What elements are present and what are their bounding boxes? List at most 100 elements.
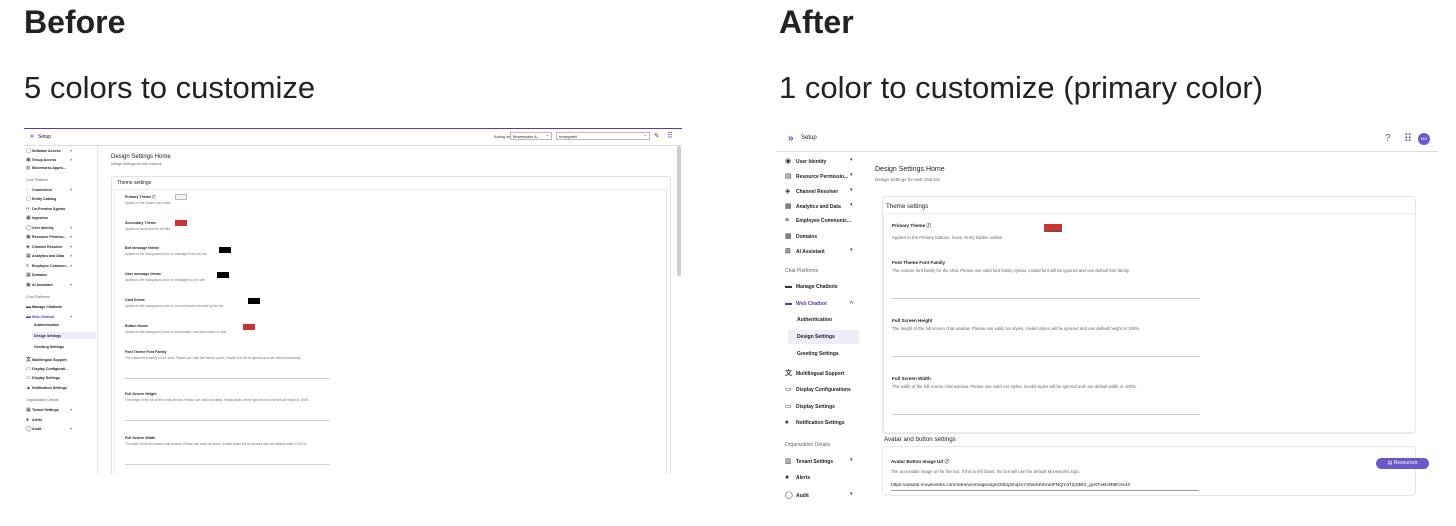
sidebar-item-multilingual-support[interactable]: 文Multilingual Support (785, 368, 844, 378)
sidebar-item-audit[interactable]: ◯Audit ˅ (26, 426, 72, 432)
sidebar-item-alerts[interactable]: ● Alerts (26, 417, 42, 423)
sidebar-item-channel-resolver[interactable]: ◈ Channel Resolver ˅ (26, 244, 72, 250)
avatar[interactable]: MO (1418, 133, 1430, 145)
sidebar-item-entity-catalog[interactable]: ▢Entity Catalog (26, 196, 56, 202)
chevron-down-icon[interactable]: ▾ (850, 157, 853, 163)
sidebar-item-group-access[interactable]: ▣Group Access ˅ (26, 157, 72, 163)
full-height-input[interactable] (892, 356, 1200, 357)
sidebar-item-design-settings[interactable]: Design Settings (34, 334, 61, 338)
sidebar-item-web-chatbot[interactable]: ▬Web Chatbot˄ (785, 300, 853, 307)
sidebar-item-label: Multilingual Support (32, 358, 67, 362)
chevron-down-icon[interactable]: ˅ (70, 426, 72, 431)
chevron-up-icon[interactable]: ˄ (850, 300, 853, 306)
chevron-down-icon[interactable]: ˅ (70, 187, 72, 192)
sidebar-item-channel-resolver[interactable]: ◈ Channel Resolver ▾ (785, 187, 853, 195)
chevron-down-icon[interactable]: ▾ (850, 202, 853, 208)
font-theme-font-family-input[interactable] (125, 378, 330, 379)
moveworks-logo-icon[interactable]: » (788, 133, 794, 144)
org-select[interactable]: honeywell ⌃ (556, 132, 650, 140)
apps-grid-icon[interactable]: ⠿ (1404, 132, 1412, 145)
chevron-down-icon[interactable]: ˅ (70, 407, 72, 412)
sidebar-item-display-settings[interactable]: ▭Display Settings (26, 375, 60, 381)
resources-button[interactable]: ▤ Resources (1376, 458, 1429, 469)
sidebar-item-audit[interactable]: ◯ Audit ▾ (785, 491, 853, 499)
sidebar-item-design-settings[interactable]: Design Settings (797, 334, 835, 340)
chevron-down-icon[interactable]: ˅ (70, 234, 72, 239)
chevron-down-icon[interactable]: ▾ (850, 187, 853, 193)
sidebar-item-label: Web Chatbot (32, 314, 55, 319)
chevron-down-icon[interactable]: ˅ (70, 244, 72, 249)
user-message-theme-color-swatch[interactable] (217, 272, 229, 278)
chevron-down-icon[interactable]: ˅ (70, 225, 72, 230)
chevron-down-icon[interactable]: ▾ (850, 172, 853, 178)
sidebar-item-user-identity[interactable]: ◯User Identity ˅ (26, 225, 72, 231)
sidebar-item-software-access[interactable]: ▢Software Access ˅ (26, 148, 72, 154)
sidebar-item-employee-communic[interactable]: ≡ Employee Communic... (785, 217, 851, 224)
chevron-down-icon[interactable]: ˅ (70, 148, 72, 153)
chevron-down-icon[interactable]: ˅ (70, 157, 72, 162)
sidebar-item-resource-permissio[interactable]: ▤ Resource Permissio... ▾ (785, 172, 853, 180)
sidebar-item-label: AI Assistant (32, 282, 53, 287)
apps-grid-icon[interactable]: ⠿ (667, 131, 673, 140)
chevron-up-icon[interactable]: ˄ (70, 314, 72, 319)
font-family-help: The custom font family for the chat. Ple… (892, 268, 1130, 273)
sidebar-item-ai-assistant[interactable]: ▣AI Assistant ˅ (26, 282, 72, 288)
avatar-url-input[interactable]: https://assets.moveworks.com/retrieve/im… (891, 483, 1199, 491)
chevron-down-icon[interactable]: ˅ (70, 282, 72, 287)
button-theme-color-swatch[interactable] (243, 324, 255, 330)
full-screen-height-input[interactable] (125, 420, 330, 421)
button-theme-label: Button theme (125, 324, 149, 328)
list-icon: ≡ (785, 217, 790, 224)
sidebar-item-notification-settings[interactable]: ♠ Notification Settings (785, 419, 845, 426)
avatar-url-label: Avatar Button Image Url ⓘ (891, 459, 950, 464)
sidebar-item-manage-chatbots[interactable]: ▬Manage Chatbots (26, 304, 62, 310)
sidebar-item-greeting-settings[interactable]: Greeting Settings (34, 345, 64, 349)
font-family-input[interactable] (892, 298, 1200, 299)
sidebar-item-alerts[interactable]: ● Alerts (785, 474, 810, 481)
sidebar-item-ai-assistant[interactable]: ⊞ AI Assistant ▾ (785, 247, 853, 255)
sidebar-item-display-configurati[interactable]: ▭Display Configurati... (26, 366, 68, 372)
secondary-theme-color-swatch[interactable] (175, 220, 187, 226)
sidebar-item-moveworks-appro[interactable]: ◍ Moveworks Appro... (26, 165, 66, 171)
translate-icon: 文 (785, 370, 792, 377)
primary-theme-color-swatch[interactable] (175, 194, 187, 200)
chevron-down-icon[interactable]: ▾ (850, 247, 853, 253)
sidebar-item-notification-settings[interactable]: ▲Notification Settings (26, 385, 67, 391)
card-theme-color-swatch[interactable] (248, 298, 260, 304)
sidebar-item-authentication[interactable]: Authentication (797, 317, 832, 323)
sidebar-item-web-chatbot[interactable]: ▬Web Chatbot˄ (26, 314, 72, 320)
sidebar-item-manage-chatbots[interactable]: ▬Manage Chatbots (785, 283, 838, 290)
acting-as-select[interactable]: Moveworks A... ⌃ (510, 132, 552, 140)
moveworks-logo-icon[interactable]: » (30, 133, 34, 140)
chevron-down-icon[interactable]: ˅ (70, 263, 72, 268)
bot-message-theme-color-swatch[interactable] (219, 247, 231, 253)
sidebar-item-display-settings[interactable]: ▭Display Settings (785, 402, 835, 410)
sidebar-item-analytics-and-data[interactable]: ▦ Analytics and Data ▾ (785, 202, 853, 210)
sidebar-item-connectors[interactable]: ◦ Connectors ˅ (26, 187, 72, 193)
sidebar-item-label: Group Access (32, 157, 57, 162)
edit-icon[interactable]: ✎ (654, 132, 660, 140)
full-screen-height-label: Full Screen Height (125, 392, 157, 396)
sidebar-item-employee-commun[interactable]: ≡ Employee Commun... ˅ (26, 263, 72, 269)
sidebar-item-greeting-settings[interactable]: Greeting Settings (797, 351, 839, 357)
sidebar-item-on-premise-agents[interactable]: ‹› On-Premise Agents (26, 206, 65, 212)
chevron-down-icon[interactable]: ˅ (70, 253, 72, 258)
sidebar-item-display-configurations[interactable]: ▭ Display Configurations (785, 385, 851, 393)
chevron-down-icon[interactable]: ▾ (850, 457, 853, 463)
sidebar-item-tenant-settings[interactable]: ▦Tenant Settings ˅ (26, 407, 72, 413)
sidebar-item-authentication[interactable]: Authentication (34, 323, 59, 327)
primary-color-swatch[interactable] (1044, 224, 1062, 232)
sidebar-item-analytics-and-data[interactable]: ▦Analytics and Data ˅ (26, 253, 72, 259)
full-width-input[interactable] (892, 414, 1200, 415)
sidebar-item-tenant-settings[interactable]: ▥ Tenant Settings ▾ (785, 457, 853, 465)
chevron-down-icon[interactable]: ▾ (850, 491, 853, 497)
sidebar-item-resource-permiss[interactable]: ▣Resource Permiss... ˅ (26, 234, 72, 240)
full-screen-width-input[interactable] (125, 464, 330, 465)
sidebar-item-multilingual-support[interactable]: 文Multilingual Support (26, 356, 67, 363)
help-icon[interactable]: ? (1385, 133, 1391, 144)
sidebar-item-domains[interactable]: ▦Domains (26, 272, 47, 278)
sidebar-item-user-identity[interactable]: ◉ User Identity ▾ (785, 157, 853, 165)
sidebar-item-ingestion[interactable]: ▣Ingestion (26, 215, 48, 221)
sidebar-item-domains[interactable]: ▦Domains (785, 232, 817, 240)
sidebar-item-label: Notification Settings (32, 385, 67, 390)
